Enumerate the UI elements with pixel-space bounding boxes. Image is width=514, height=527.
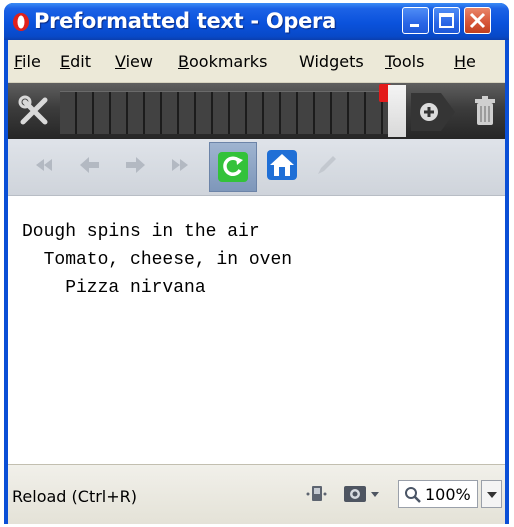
panel-toolbar bbox=[8, 83, 505, 139]
reload-icon bbox=[218, 152, 248, 182]
menu-bar: File Edit View Bookmarks Widgets Tools H… bbox=[8, 40, 505, 83]
edit-icon[interactable] bbox=[313, 151, 341, 179]
close-button[interactable] bbox=[464, 7, 491, 34]
window-title: Preformatted text - Opera bbox=[34, 9, 336, 33]
home-icon[interactable] bbox=[266, 149, 298, 181]
menu-file[interactable]: File bbox=[14, 52, 41, 71]
back-icon[interactable] bbox=[76, 151, 104, 179]
status-bar: Reload (Ctrl+R) 100% bbox=[8, 464, 505, 524]
maximize-icon bbox=[439, 13, 454, 28]
zoom-value: 100% bbox=[425, 485, 471, 504]
magnifier-icon bbox=[405, 487, 421, 503]
forward-icon[interactable] bbox=[121, 151, 149, 179]
speed-dial-icon[interactable] bbox=[305, 483, 327, 505]
menu-view[interactable]: View bbox=[115, 52, 153, 71]
zoom-field[interactable]: 100% bbox=[398, 480, 478, 508]
active-tab[interactable] bbox=[388, 85, 406, 137]
tab-strip[interactable] bbox=[60, 91, 405, 134]
preformatted-text: Dough spins in the air Tomato, cheese, i… bbox=[22, 222, 293, 298]
menu-widgets[interactable]: Widgets bbox=[299, 52, 364, 71]
window-frame: File Edit View Bookmarks Widgets Tools H… bbox=[8, 40, 505, 524]
status-text: Reload (Ctrl+R) bbox=[12, 487, 137, 506]
reload-button[interactable] bbox=[209, 142, 257, 192]
navigation-toolbar bbox=[8, 139, 505, 196]
trash-icon[interactable] bbox=[468, 93, 502, 131]
menu-edit[interactable]: Edit bbox=[60, 52, 91, 71]
rewind-icon[interactable] bbox=[30, 151, 58, 179]
page-content: Dough spins in the air Tomato, cheese, i… bbox=[8, 196, 505, 464]
minimize-icon bbox=[410, 24, 419, 27]
title-bar[interactable]: Preformatted text - Opera bbox=[4, 3, 509, 40]
menu-tools[interactable]: Tools bbox=[385, 52, 424, 71]
chevron-down-icon bbox=[487, 492, 497, 498]
menu-bookmarks[interactable]: Bookmarks bbox=[178, 52, 267, 71]
menu-help[interactable]: He bbox=[454, 52, 476, 71]
camera-icon[interactable] bbox=[343, 483, 381, 505]
tools-icon[interactable] bbox=[18, 95, 52, 127]
maximize-button[interactable] bbox=[433, 7, 460, 34]
add-tab-icon[interactable] bbox=[411, 93, 455, 131]
fast-forward-icon[interactable] bbox=[166, 151, 194, 179]
opera-logo-icon bbox=[13, 13, 29, 31]
browser-window: Preformatted text - Opera File Edit View… bbox=[4, 3, 509, 524]
zoom-dropdown[interactable] bbox=[481, 480, 502, 508]
minimize-button[interactable] bbox=[402, 7, 429, 34]
close-icon bbox=[469, 12, 486, 29]
